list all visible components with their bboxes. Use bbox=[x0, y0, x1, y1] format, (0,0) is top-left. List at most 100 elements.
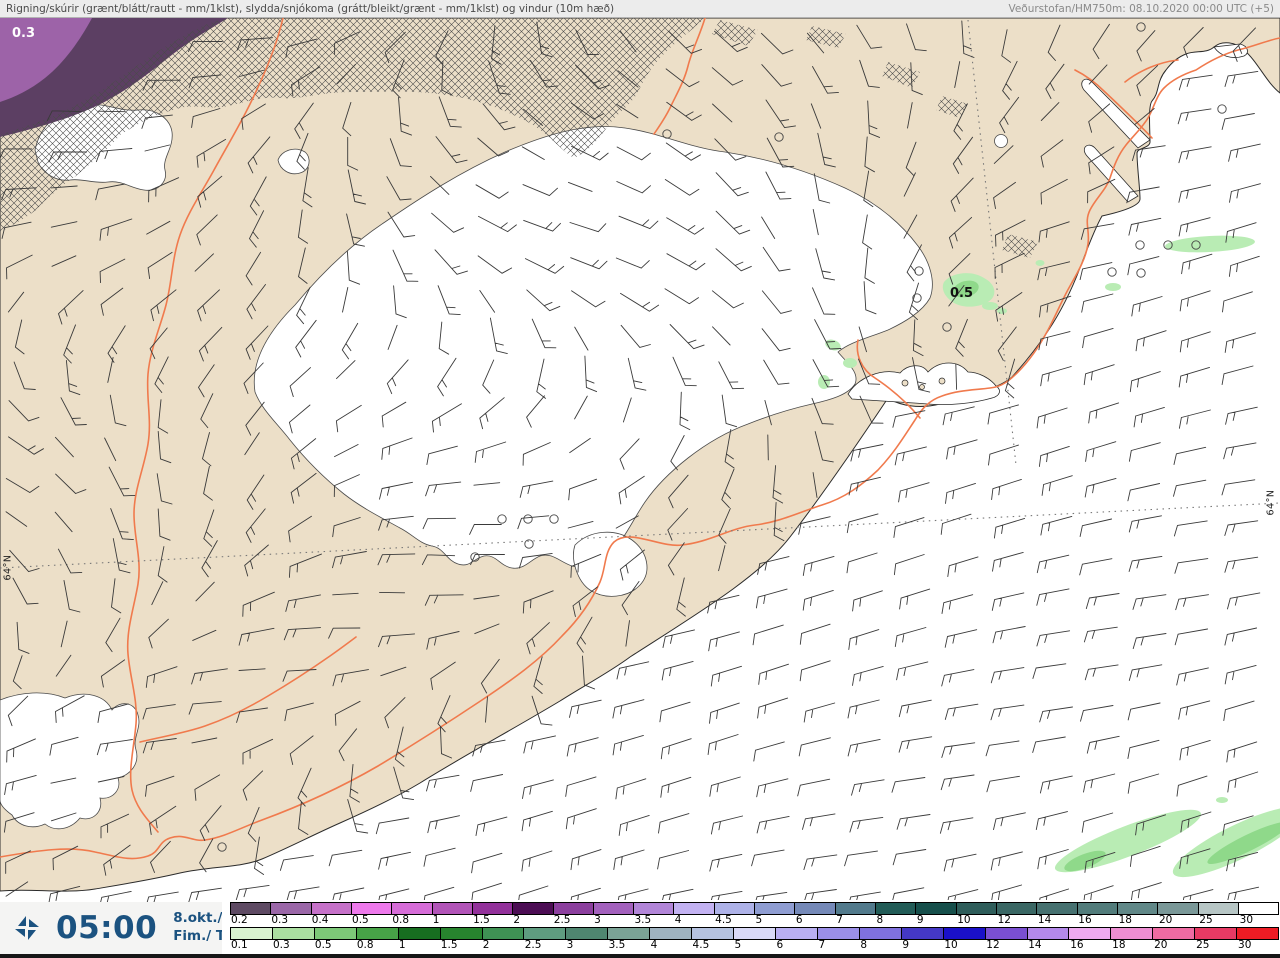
scale-tick-label: 4 bbox=[650, 939, 658, 951]
scale-tick-label: 25 bbox=[1199, 914, 1213, 926]
bottom-frame-strip bbox=[0, 954, 1280, 958]
scale-tick-label: 4 bbox=[674, 914, 682, 926]
scale-tick-label: 1.5 bbox=[473, 914, 490, 926]
scale-tick-label: 3 bbox=[594, 914, 601, 926]
scale-tick-label: 18 bbox=[1118, 914, 1132, 926]
lake bbox=[994, 134, 1008, 148]
scale-tick-label: 2 bbox=[482, 939, 490, 951]
scale-cell bbox=[1077, 903, 1118, 914]
scale-cell bbox=[1238, 903, 1279, 914]
scale-tick-label: 1.5 bbox=[440, 939, 458, 951]
scale-cell bbox=[859, 928, 902, 939]
scale-cell bbox=[916, 903, 957, 914]
header-bar: Rigning/skúrir (grænt/blátt/rautt - mm/1… bbox=[0, 0, 1280, 18]
scale-cell bbox=[714, 903, 756, 914]
weather-map-page: Rigning/skúrir (grænt/blátt/rautt - mm/1… bbox=[0, 0, 1280, 958]
scale-cell bbox=[231, 928, 273, 939]
rain-scale-labels: 0.1 0.3 0.5 0.8 1 1.5 2 2.5 3 3.5 4 4.5 5 6 7 8 9 10 12 14 1… bbox=[230, 939, 1279, 952]
scale-cell bbox=[1198, 903, 1239, 914]
scale-cell bbox=[351, 903, 393, 914]
scale-cell bbox=[956, 903, 997, 914]
scale-cell bbox=[876, 903, 917, 914]
scale-tick-label: 1 bbox=[398, 939, 406, 951]
scale-cell bbox=[271, 903, 312, 914]
scale-tick-label: 30 bbox=[1238, 939, 1252, 951]
scale-tick-label: 6 bbox=[795, 914, 803, 926]
scale-tick-label: 0.8 bbox=[392, 914, 410, 926]
scale-cell bbox=[1111, 928, 1154, 939]
scale-cell bbox=[392, 903, 433, 914]
scale-tick-label: 12 bbox=[986, 939, 1000, 951]
scale-cell bbox=[795, 903, 836, 914]
scale-tick-label: 6 bbox=[776, 939, 784, 951]
scale-tick-label: 10 bbox=[957, 914, 971, 926]
scale-tick-label: 16 bbox=[1070, 939, 1084, 951]
scale-cell bbox=[943, 928, 986, 939]
scale-cell bbox=[398, 928, 441, 939]
scale-tick-label: 0.1 bbox=[231, 939, 248, 951]
scale-cell bbox=[674, 903, 715, 914]
sleet-scale-labels: 0.2 0.3 0.4 0.5 0.8 1 1.5 2 2.5 3 3.5 4 4.5 5 6 7 8 9 10 12… bbox=[230, 914, 1279, 927]
scale-cell bbox=[231, 903, 272, 914]
legend-colorbar: 0.2 0.3 0.4 0.5 0.8 1 1.5 2 2.5 3 3.5 4 4.5 5 6 7 8 9 10 12… bbox=[222, 900, 1280, 954]
scale-tick-label: 0.5 bbox=[314, 939, 332, 951]
scale-cell bbox=[566, 928, 609, 939]
scale-cell bbox=[1237, 928, 1279, 939]
scale-tick-label: 1 bbox=[432, 914, 440, 926]
sleet-value-label: 0.3 bbox=[12, 26, 36, 41]
scale-cell bbox=[311, 903, 352, 914]
weather-map-canvas bbox=[0, 0, 1280, 958]
scale-cell bbox=[553, 903, 594, 914]
scale-tick-label: 2.5 bbox=[524, 939, 542, 951]
scale-tick-label: 5 bbox=[734, 939, 742, 951]
scale-tick-label: 14 bbox=[1037, 914, 1052, 926]
scale-cell bbox=[432, 903, 473, 914]
scale-cell bbox=[608, 928, 651, 939]
scale-tick-label: 3.5 bbox=[634, 914, 652, 926]
scale-tick-label: 7 bbox=[836, 914, 843, 926]
scale-tick-label: 0.8 bbox=[356, 939, 374, 951]
scale-cell bbox=[524, 928, 567, 939]
scale-tick-label: 20 bbox=[1154, 939, 1168, 951]
map-title: Rigning/skúrir (grænt/blátt/rautt - mm/1… bbox=[6, 2, 615, 15]
pinwheel-icon bbox=[15, 916, 39, 940]
scale-cell bbox=[593, 903, 635, 914]
scale-tick-label: 18 bbox=[1112, 939, 1126, 951]
scale-tick-label: 30 bbox=[1239, 914, 1254, 926]
scale-cell bbox=[1195, 928, 1238, 939]
scale-cell bbox=[901, 928, 944, 939]
scale-tick-label: 8 bbox=[876, 914, 884, 926]
scale-tick-label: 25 bbox=[1196, 939, 1210, 951]
scale-cell bbox=[692, 928, 735, 939]
scale-cell bbox=[996, 903, 1038, 914]
scale-tick-label: 12 bbox=[997, 914, 1011, 926]
scale-cell bbox=[272, 928, 315, 939]
forecast-time: 05:00 bbox=[56, 910, 158, 946]
scale-cell bbox=[835, 903, 876, 914]
scale-cell bbox=[1117, 903, 1159, 914]
scale-cell bbox=[472, 903, 514, 914]
scale-tick-label: 0.2 bbox=[231, 914, 248, 926]
latitude-label-left: 64°N bbox=[2, 554, 14, 581]
scale-tick-label: 4.5 bbox=[692, 939, 710, 951]
scale-tick-label: 2 bbox=[513, 914, 521, 926]
scale-cell bbox=[1027, 928, 1070, 939]
scale-tick-label: 0.4 bbox=[311, 914, 329, 926]
scale-tick-label: 0.3 bbox=[271, 914, 289, 926]
scale-tick-label: 10 bbox=[944, 939, 958, 951]
scale-tick-label: 7 bbox=[818, 939, 826, 951]
scale-cell bbox=[482, 928, 525, 939]
scale-cell bbox=[314, 928, 357, 939]
model-run-info: Veðurstofan/HM750m: 08.10.2020 00:00 UTC… bbox=[1008, 2, 1274, 15]
scale-cell bbox=[1153, 928, 1196, 939]
scale-tick-label: 3 bbox=[566, 939, 574, 951]
latitude-label-right: 64°N bbox=[1265, 489, 1277, 516]
scale-tick-label: 4.5 bbox=[715, 914, 732, 926]
scale-tick-label: 3.5 bbox=[608, 939, 626, 951]
scale-tick-label: 5 bbox=[755, 914, 763, 926]
scale-tick-label: 16 bbox=[1078, 914, 1092, 926]
rain-value-label: 0.5 bbox=[950, 286, 974, 301]
scale-cell bbox=[817, 928, 860, 939]
scale-cell bbox=[985, 928, 1028, 939]
scale-cell bbox=[1037, 903, 1078, 914]
